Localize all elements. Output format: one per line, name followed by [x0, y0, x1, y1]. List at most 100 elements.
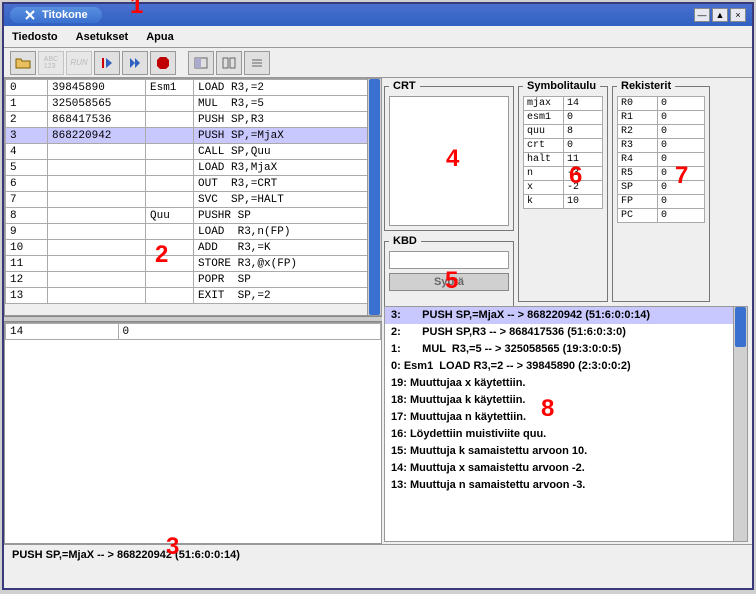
- code-row[interactable]: 3868220942PUSH SP,=MjaX: [6, 128, 381, 144]
- code-table[interactable]: 039845890Esm1LOAD R3,=21325058565MUL R3,…: [5, 79, 381, 304]
- symbol-row[interactable]: esm10: [524, 111, 603, 125]
- code-row[interactable]: 5LOAD R3,MjaX: [6, 160, 381, 176]
- titlebar[interactable]: Titokone — ▲ ×: [4, 4, 752, 26]
- left-column: 039845890Esm1LOAD R3,=21325058565MUL R3,…: [4, 78, 382, 544]
- crt-panel: CRT 4: [384, 80, 514, 231]
- main-window: Titokone — ▲ × Tiedosto Asetukset Apua A…: [2, 2, 754, 590]
- code-row[interactable]: 9LOAD R3,n(FP): [6, 224, 381, 240]
- content-area: 039845890Esm1LOAD R3,=21325058565MUL R3,…: [4, 78, 752, 544]
- abc-icon: ABC123: [44, 56, 58, 70]
- data-row[interactable]: 140: [6, 324, 381, 340]
- register-table[interactable]: R00R10R20R30R40R50SP0FP0PC0: [617, 96, 705, 223]
- code-row[interactable]: 10ADD R3,=K: [6, 240, 381, 256]
- code-row[interactable]: 13EXIT SP,=2: [6, 288, 381, 304]
- symbol-panel: Symbolitaulu mjax14esm10quu8crt0halt11n-…: [518, 80, 608, 302]
- register-legend: Rekisterit: [617, 80, 675, 92]
- code-row[interactable]: 039845890Esm1LOAD R3,=2: [6, 80, 381, 96]
- log-line[interactable]: 18: Muuttujaa k käytettiin.: [385, 392, 747, 409]
- symbol-table[interactable]: mjax14esm10quu8crt0halt11n-3x-2k10: [523, 96, 603, 209]
- code-pane[interactable]: 039845890Esm1LOAD R3,=21325058565MUL R3,…: [4, 78, 382, 316]
- crt-legend: CRT: [389, 80, 420, 92]
- run-icon: RUN: [70, 58, 87, 67]
- menubar: Tiedosto Asetukset Apua: [4, 26, 752, 48]
- log-line[interactable]: 17: Muuttujaa n käytettiin.: [385, 409, 747, 426]
- crt-display: 4: [389, 96, 509, 226]
- register-row[interactable]: SP0: [618, 181, 705, 195]
- annotation-4: 4: [446, 145, 459, 173]
- view2-button[interactable]: [216, 51, 242, 75]
- log-line[interactable]: 3: PUSH SP,=MjaX -- > 868220942 (51:6:0:…: [385, 307, 747, 324]
- code-scrollbar[interactable]: [367, 79, 381, 315]
- log-line[interactable]: 14: Muuttuja x samaistettu arvoon -2.: [385, 460, 747, 477]
- list-icon: [250, 57, 264, 69]
- register-row[interactable]: FP0: [618, 195, 705, 209]
- abc-button[interactable]: ABC123: [38, 51, 64, 75]
- register-row[interactable]: R30: [618, 139, 705, 153]
- code-row[interactable]: 12POPR SP: [6, 272, 381, 288]
- log-line[interactable]: 0: Esm1 LOAD R3,=2 -- > 39845890 (2:3:0:…: [385, 358, 747, 375]
- open-button[interactable]: [10, 51, 36, 75]
- view1-button[interactable]: [188, 51, 214, 75]
- register-row[interactable]: R20: [618, 125, 705, 139]
- log-line[interactable]: 1: MUL R3,=5 -- > 325058565 (19:3:0:0:5): [385, 341, 747, 358]
- data-pane[interactable]: 140: [4, 322, 382, 544]
- log-line[interactable]: 19: Muuttujaa x käytettiin.: [385, 375, 747, 392]
- register-row[interactable]: R00: [618, 97, 705, 111]
- panel2-icon: [222, 57, 236, 69]
- folder-icon: [15, 56, 31, 70]
- log-line[interactable]: 2: PUSH SP,R3 -- > 868417536 (51:6:0:3:0…: [385, 324, 747, 341]
- log-pane[interactable]: 8 3: PUSH SP,=MjaX -- > 868220942 (51:6:…: [384, 306, 748, 542]
- code-row[interactable]: 8QuuPUSHR SP: [6, 208, 381, 224]
- symbol-row[interactable]: mjax14: [524, 97, 603, 111]
- menu-help[interactable]: Apua: [146, 31, 174, 43]
- toolbar: ABC123 RUN 1: [4, 48, 752, 78]
- play-bar-icon: [100, 56, 114, 70]
- stop-button[interactable]: [150, 51, 176, 75]
- register-row[interactable]: R40: [618, 153, 705, 167]
- menu-settings[interactable]: Asetukset: [76, 31, 129, 43]
- code-row[interactable]: 11STORE R3,@x(FP): [6, 256, 381, 272]
- view3-button[interactable]: [244, 51, 270, 75]
- register-panel: Rekisterit R00R10R20R30R40R50SP0FP0PC0 7: [612, 80, 710, 302]
- register-row[interactable]: PC0: [618, 209, 705, 223]
- code-row[interactable]: 2868417536PUSH SP,R3: [6, 112, 381, 128]
- data-table[interactable]: 140: [5, 323, 381, 340]
- log-scrollbar[interactable]: [733, 307, 747, 541]
- run-button[interactable]: RUN: [66, 51, 92, 75]
- step-icon: [128, 56, 142, 70]
- log-line[interactable]: 13: Muuttuja n samaistettu arvoon -3.: [385, 477, 747, 494]
- symbol-row[interactable]: n-3: [524, 167, 603, 181]
- symbol-row[interactable]: x-2: [524, 181, 603, 195]
- window-title: Titokone: [42, 9, 88, 21]
- symbol-row[interactable]: quu8: [524, 125, 603, 139]
- register-row[interactable]: R50: [618, 167, 705, 181]
- log-line[interactable]: 15: Muuttuja k samaistettu arvoon 10.: [385, 443, 747, 460]
- menu-file[interactable]: Tiedosto: [12, 31, 58, 43]
- statusbar: PUSH SP,=MjaX -- > 868220942 (51:6:0:0:1…: [4, 544, 752, 564]
- kbd-submit-button[interactable]: Syötä: [389, 273, 509, 291]
- right-column: CRT 4 KBD Syötä 5 Symbolitaulu mjax14esm: [382, 78, 750, 544]
- maximize-button[interactable]: ▲: [712, 8, 728, 22]
- symbol-row[interactable]: k10: [524, 195, 603, 209]
- log-line[interactable]: 16: Löydettiin muistiviite quu.: [385, 426, 747, 443]
- code-row[interactable]: 6OUT R3,=CRT: [6, 176, 381, 192]
- kbd-legend: KBD: [389, 235, 421, 247]
- register-row[interactable]: R10: [618, 111, 705, 125]
- window-controls: — ▲ ×: [694, 8, 746, 22]
- panel-icon: [194, 57, 208, 69]
- app-icon: [24, 9, 36, 21]
- close-button[interactable]: ×: [730, 8, 746, 22]
- code-row[interactable]: 1325058565MUL R3,=5: [6, 96, 381, 112]
- code-row[interactable]: 7SVC SP,=HALT: [6, 192, 381, 208]
- minimize-button[interactable]: —: [694, 8, 710, 22]
- kbd-input[interactable]: [389, 251, 509, 269]
- status-text: PUSH SP,=MjaX -- > 868220942 (51:6:0:0:1…: [12, 549, 240, 561]
- symbol-legend: Symbolitaulu: [523, 80, 600, 92]
- stop-icon: [156, 56, 170, 70]
- continue-button[interactable]: [94, 51, 120, 75]
- step-button[interactable]: [122, 51, 148, 75]
- code-row[interactable]: 4CALL SP,Quu: [6, 144, 381, 160]
- top-panels: CRT 4 KBD Syötä 5 Symbolitaulu mjax14esm: [384, 80, 748, 302]
- symbol-row[interactable]: crt0: [524, 139, 603, 153]
- symbol-row[interactable]: halt11: [524, 153, 603, 167]
